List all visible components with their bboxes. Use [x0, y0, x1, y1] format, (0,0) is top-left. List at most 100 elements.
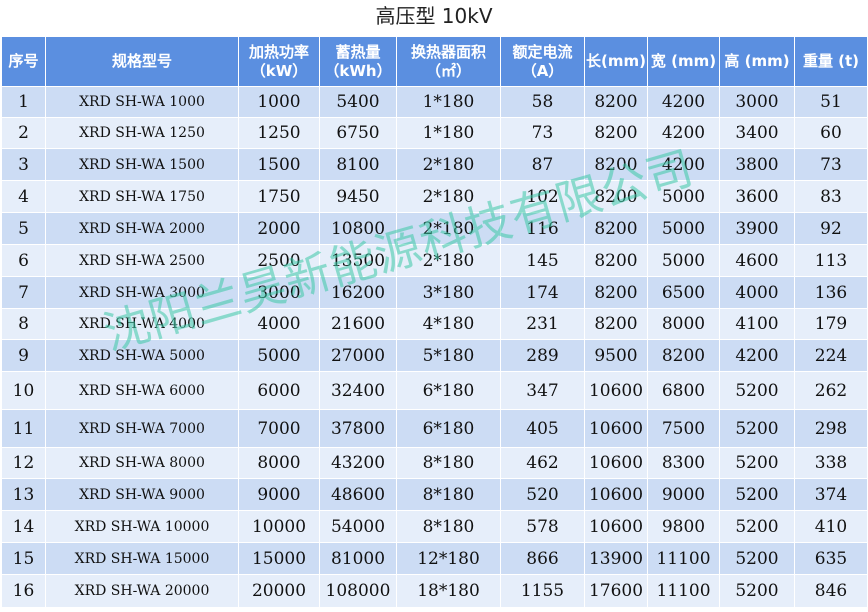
- cell-weight: 410: [794, 510, 868, 543]
- header-index: 序号: [1, 36, 46, 87]
- cell-storage: 54000: [319, 510, 397, 543]
- cell-storage: 81000: [319, 542, 397, 575]
- cell-weight: 262: [794, 371, 868, 410]
- cell-width: 8200: [647, 339, 720, 372]
- cell-exchanger-area: 5*180: [396, 339, 501, 372]
- cell-exchanger-area: 2*180: [396, 244, 501, 277]
- cell-model: XRD SH-WA 7000: [45, 409, 239, 448]
- cell-rated-current: 174: [500, 276, 585, 309]
- cell-rated-current: 289: [500, 339, 585, 372]
- cell-length: 17600: [584, 574, 648, 608]
- cell-width: 4200: [647, 117, 720, 149]
- cell-index: 12: [1, 447, 46, 479]
- cell-model: XRD SH-WA 8000: [45, 447, 239, 479]
- cell-length: 9500: [584, 339, 648, 372]
- cell-weight: 92: [794, 212, 868, 245]
- cell-power: 3000: [238, 276, 320, 309]
- cell-rated-current: 58: [500, 86, 585, 118]
- cell-exchanger-area: 8*180: [396, 510, 501, 543]
- cell-width: 8300: [647, 447, 720, 479]
- cell-weight: 83: [794, 180, 868, 213]
- cell-model: XRD SH-WA 4000: [45, 308, 239, 340]
- cell-height: 4000: [719, 276, 795, 309]
- cell-exchanger-area: 6*180: [396, 409, 501, 448]
- cell-storage: 5400: [319, 86, 397, 118]
- cell-index: 14: [1, 510, 46, 543]
- cell-index: 5: [1, 212, 46, 245]
- cell-width: 6800: [647, 371, 720, 410]
- cell-power: 1500: [238, 148, 320, 181]
- cell-power: 1250: [238, 117, 320, 149]
- cell-width: 9000: [647, 478, 720, 511]
- table-row: 4 XRD SH-WA 1750 1750 9450 2*180 102 8200 5000 3…: [1, 180, 868, 213]
- cell-length: 10600: [584, 371, 648, 410]
- cell-model: XRD SH-WA 2000: [45, 212, 239, 245]
- cell-rated-current: 347: [500, 371, 585, 410]
- cell-index: 6: [1, 244, 46, 277]
- cell-index: 10: [1, 371, 46, 410]
- cell-height: 3800: [719, 148, 795, 181]
- cell-length: 8200: [584, 86, 648, 118]
- cell-height: 4100: [719, 308, 795, 340]
- cell-width: 6500: [647, 276, 720, 309]
- cell-exchanger-area: 2*180: [396, 212, 501, 245]
- header-row: 序号 规格型号 加热功率 （kW） 蓄热量 （kWh） 换热器面积 （㎡） 额定电流（…: [1, 36, 868, 87]
- cell-model: XRD SH-WA 1250: [45, 117, 239, 149]
- table-row: 1 XRD SH-WA 1000 1000 5400 1*180 58 8200 4200 30…: [1, 86, 868, 118]
- cell-power: 1000: [238, 86, 320, 118]
- header-rated-current: 额定电流 （A）: [500, 36, 585, 87]
- cell-width: 5000: [647, 212, 720, 245]
- cell-rated-current: 462: [500, 447, 585, 479]
- table-row: 2 XRD SH-WA 1250 1250 6750 1*180 73 8200 4200 34…: [1, 117, 868, 149]
- cell-model: XRD SH-WA 1000: [45, 86, 239, 118]
- cell-height: 5200: [719, 447, 795, 479]
- table-row: 3 XRD SH-WA 1500 1500 8100 2*180 87 8200 4200 38…: [1, 148, 868, 181]
- table-row: 8 XRD SH-WA 4000 4000 21600 4*180 231 8200 8000…: [1, 308, 868, 340]
- cell-length: 8200: [584, 276, 648, 309]
- header-height: 高 (mm): [719, 36, 795, 87]
- cell-storage: 9450: [319, 180, 397, 213]
- header-storage: 蓄热量 （kWh）: [319, 36, 397, 87]
- header-width: 宽 (mm): [647, 36, 720, 87]
- cell-height: 3600: [719, 180, 795, 213]
- cell-width: 5000: [647, 180, 720, 213]
- cell-power: 9000: [238, 478, 320, 511]
- cell-index: 2: [1, 117, 46, 149]
- cell-index: 8: [1, 308, 46, 340]
- cell-index: 7: [1, 276, 46, 309]
- cell-weight: 113: [794, 244, 868, 277]
- cell-weight: 73: [794, 148, 868, 181]
- cell-storage: 43200: [319, 447, 397, 479]
- cell-weight: 224: [794, 339, 868, 372]
- cell-power: 10000: [238, 510, 320, 543]
- table-row: 15 XRD SH-WA 15000 15000 81000 12*180 866 1390…: [1, 542, 868, 575]
- cell-length: 8200: [584, 308, 648, 340]
- cell-length: 8200: [584, 212, 648, 245]
- cell-model: XRD SH-WA 5000: [45, 339, 239, 372]
- cell-rated-current: 73: [500, 117, 585, 149]
- cell-power: 6000: [238, 371, 320, 410]
- cell-length: 13900: [584, 542, 648, 575]
- cell-rated-current: 405: [500, 409, 585, 448]
- cell-exchanger-area: 2*180: [396, 148, 501, 181]
- cell-power: 7000: [238, 409, 320, 448]
- cell-height: 5200: [719, 574, 795, 608]
- cell-width: 5000: [647, 244, 720, 277]
- cell-power: 20000: [238, 574, 320, 608]
- cell-weight: 136: [794, 276, 868, 309]
- cell-exchanger-area: 8*180: [396, 478, 501, 511]
- cell-exchanger-area: 12*180: [396, 542, 501, 575]
- cell-index: 9: [1, 339, 46, 372]
- cell-power: 1750: [238, 180, 320, 213]
- cell-length: 10600: [584, 447, 648, 479]
- cell-storage: 48600: [319, 478, 397, 511]
- header-weight: 重量 (t): [794, 36, 868, 87]
- cell-model: XRD SH-WA 1750: [45, 180, 239, 213]
- cell-length: 8200: [584, 180, 648, 213]
- cell-width: 9800: [647, 510, 720, 543]
- cell-model: XRD SH-WA 9000: [45, 478, 239, 511]
- cell-storage: 16200: [319, 276, 397, 309]
- cell-model: XRD SH-WA 3000: [45, 276, 239, 309]
- table-row: 7 XRD SH-WA 3000 3000 16200 3*180 174 8200 6500…: [1, 276, 868, 309]
- header-exchanger-area: 换热器面积 （㎡）: [396, 36, 501, 87]
